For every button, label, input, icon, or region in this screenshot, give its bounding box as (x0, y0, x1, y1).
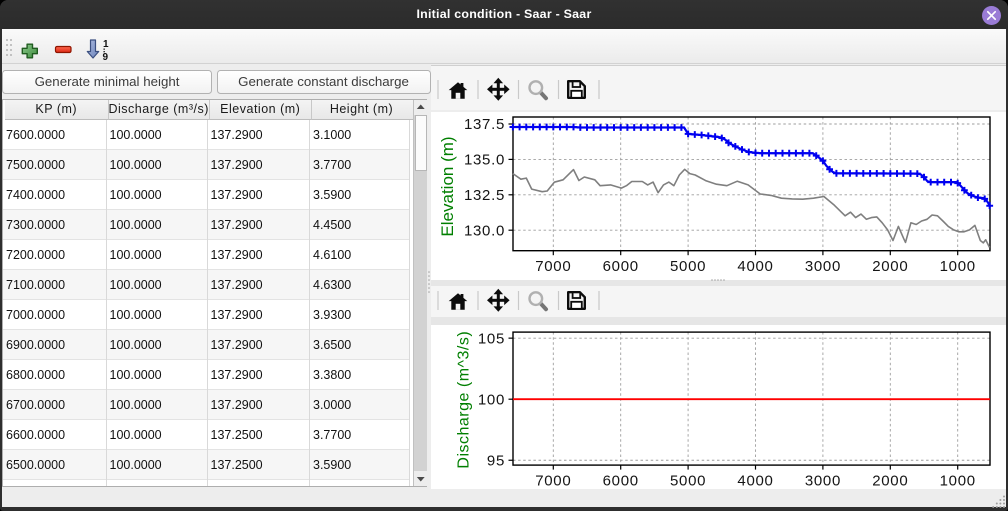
svg-text:5000: 5000 (670, 472, 706, 489)
svg-text:95: 95 (487, 452, 505, 469)
svg-text:Elevation (m): Elevation (m) (438, 136, 457, 236)
svg-text:3000: 3000 (805, 258, 841, 275)
svg-text:7000: 7000 (535, 258, 571, 275)
svg-text:100: 100 (478, 391, 505, 408)
svg-text:1000: 1000 (940, 472, 976, 489)
svg-text:9: 9 (103, 52, 109, 63)
svg-text:7000: 7000 (535, 472, 571, 489)
svg-text:6000: 6000 (603, 472, 639, 489)
svg-text:2000: 2000 (872, 258, 908, 275)
svg-text:137.5: 137.5 (464, 116, 505, 133)
svg-text:1000: 1000 (940, 258, 976, 275)
svg-text:Discharge (m^3/s): Discharge (m^3/s) (456, 330, 473, 468)
svg-text:132.5: 132.5 (464, 187, 505, 204)
svg-text:4000: 4000 (737, 472, 773, 489)
svg-text:130.0: 130.0 (464, 222, 505, 239)
svg-text:1: 1 (103, 39, 109, 50)
svg-text:2000: 2000 (872, 472, 908, 489)
svg-text:105: 105 (478, 330, 505, 347)
svg-text:135.0: 135.0 (464, 152, 505, 169)
svg-text:6000: 6000 (603, 258, 639, 275)
svg-text:3000: 3000 (805, 472, 841, 489)
svg-text:4000: 4000 (737, 258, 773, 275)
svg-text:5000: 5000 (670, 258, 706, 275)
